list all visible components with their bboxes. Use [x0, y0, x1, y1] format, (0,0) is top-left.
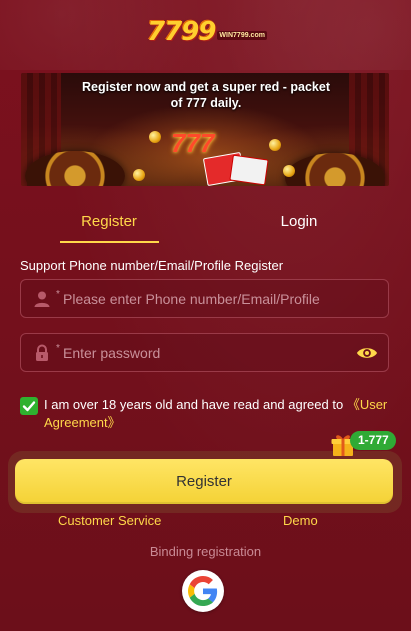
phone-email-input[interactable]	[63, 280, 363, 317]
binding-registration-label: Binding registration	[149, 544, 262, 559]
demo-link[interactable]: Demo	[283, 513, 318, 528]
brand-logo: 7799 WIN7799.com	[143, 14, 271, 50]
coin-icon	[133, 169, 145, 181]
user-icon	[34, 291, 50, 307]
playing-card-white	[229, 154, 269, 186]
required-mark: *	[56, 289, 60, 300]
google-icon	[188, 576, 218, 606]
banner-777-graphic: 777	[171, 128, 215, 158]
banner-headline: Register now and get a super red - packe…	[82, 80, 330, 110]
required-mark: *	[56, 343, 60, 354]
bonus-badge: 1-777	[350, 431, 396, 450]
agree-checkbox[interactable]	[20, 397, 38, 415]
logo-main-text: 7799	[147, 17, 216, 47]
coin-icon	[283, 165, 295, 177]
promo-banner[interactable]: 777 Register now and get a super red - p…	[21, 73, 389, 186]
agreement-text: I am over 18 years old and have read and…	[44, 396, 394, 432]
logo-sub-text: WIN7799.com	[217, 30, 267, 40]
phone-email-field[interactable]: *	[20, 279, 389, 318]
active-tab-indicator	[60, 241, 159, 243]
password-input[interactable]	[63, 334, 363, 371]
check-icon	[22, 401, 36, 412]
customer-service-link[interactable]: Customer Service	[58, 513, 161, 528]
register-method-label: Support Phone number/Email/Profile Regis…	[20, 258, 284, 273]
lock-icon	[36, 344, 48, 361]
coin-icon	[269, 139, 281, 151]
tab-login[interactable]: Login	[250, 211, 348, 233]
agreement-statement: I am over 18 years old and have read and…	[44, 397, 347, 412]
tab-register[interactable]: Register	[60, 211, 158, 233]
eye-icon[interactable]	[356, 343, 378, 363]
coin-icon	[149, 131, 161, 143]
password-field[interactable]: *	[20, 333, 389, 372]
google-signin-button[interactable]	[182, 570, 224, 612]
register-page: 7799 WIN7799.com 777 Register now and ge…	[0, 0, 411, 631]
register-button[interactable]: Register	[15, 459, 393, 504]
